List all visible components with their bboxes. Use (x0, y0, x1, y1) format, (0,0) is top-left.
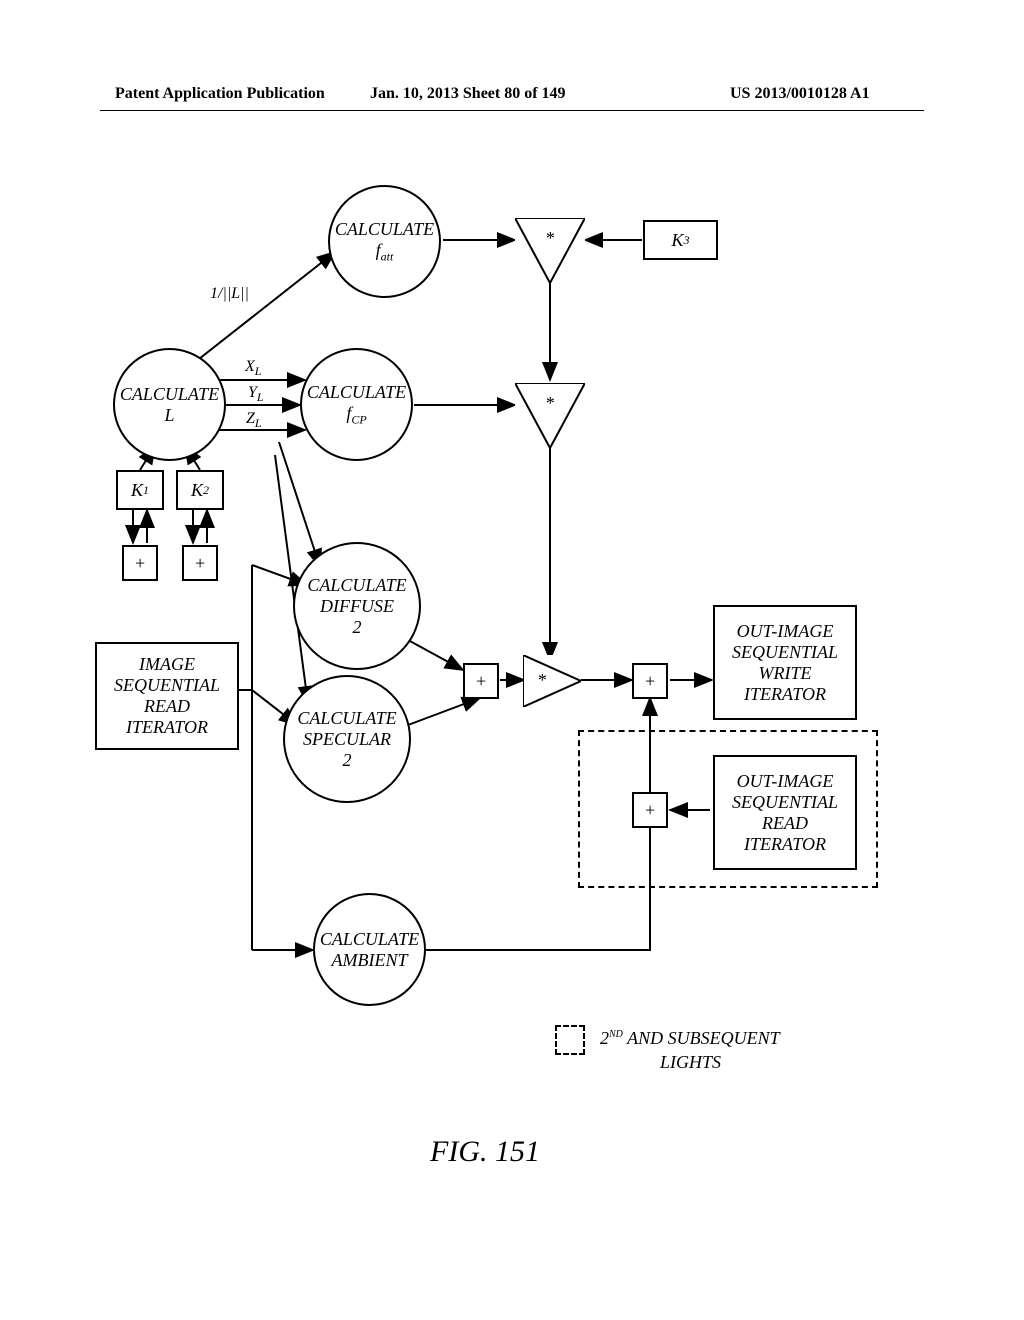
plus-k2: + (182, 545, 218, 581)
calc-specular-label1: CALCULATE (297, 708, 396, 729)
calc-fatt-label1: CALCULATE (335, 219, 434, 240)
multiply-op-2: * (515, 383, 585, 448)
label-one-over-l: 1/||L|| (210, 285, 249, 303)
calc-specular-label2: SPECULAR (303, 729, 391, 750)
label-zl: ZL (246, 410, 262, 431)
out-image-read-iterator: OUT-IMAGE SEQUENTIAL READ ITERATOR (713, 755, 857, 870)
calc-fcp-label1: CALCULATE (307, 382, 406, 403)
plus-main: + (632, 663, 668, 699)
calculate-ambient-node: CALCULATE AMBIENT (313, 893, 426, 1006)
calc-fatt-label2: fatt (376, 240, 394, 265)
multiply-op-1: * (515, 218, 585, 283)
header-date-sheet: Jan. 10, 2013 Sheet 80 of 149 (370, 85, 566, 103)
plus-subsequent: + (632, 792, 668, 828)
label-xl: XL (245, 358, 261, 379)
image-read-iterator: IMAGE SEQUENTIAL READ ITERATOR (95, 642, 239, 750)
calc-l-label2: L (164, 405, 174, 426)
k1-constant: K1 (116, 470, 164, 510)
legend-text-line1: 2ND AND SUBSEQUENT (600, 1028, 780, 1049)
calc-diffuse-label2: DIFFUSE (320, 596, 394, 617)
plus-diffuse-specular: + (463, 663, 499, 699)
calculate-fcp-node: CALCULATE fCP (300, 348, 413, 461)
calc-l-label1: CALCULATE (120, 384, 219, 405)
calc-diffuse-label1: CALCULATE (307, 575, 406, 596)
calc-ambient-label1: CALCULATE (320, 929, 419, 950)
header-patent-number: US 2013/0010128 A1 (730, 85, 870, 103)
calculate-specular-node: CALCULATE SPECULAR 2 (283, 675, 411, 803)
multiply-op-3: * (523, 655, 581, 707)
calculate-l-node: CALCULATE L (113, 348, 226, 461)
calc-specular-label3: 2 (343, 750, 352, 771)
plus-k1: + (122, 545, 158, 581)
k2-constant: K2 (176, 470, 224, 510)
calc-diffuse-label3: 2 (353, 617, 362, 638)
legend-box-icon (555, 1025, 585, 1055)
header-divider (100, 110, 924, 111)
flow-arrows (0, 170, 1024, 1070)
legend-text-line2: LIGHTS (660, 1052, 721, 1073)
calc-fcp-label2: fCP (346, 403, 366, 428)
figure-caption: FIG. 151 (430, 1135, 540, 1169)
calc-ambient-label2: AMBIENT (332, 950, 408, 971)
k3-constant: K3 (643, 220, 718, 260)
out-image-write-iterator: OUT-IMAGE SEQUENTIAL WRITE ITERATOR (713, 605, 857, 720)
label-yl: YL (248, 384, 264, 405)
calculate-diffuse-node: CALCULATE DIFFUSE 2 (293, 542, 421, 670)
diagram-container: CALCULATE L CALCULATE fatt CALCULATE fCP… (0, 170, 1024, 1070)
header-publication: Patent Application Publication (115, 85, 325, 103)
calculate-fatt-node: CALCULATE fatt (328, 185, 441, 298)
